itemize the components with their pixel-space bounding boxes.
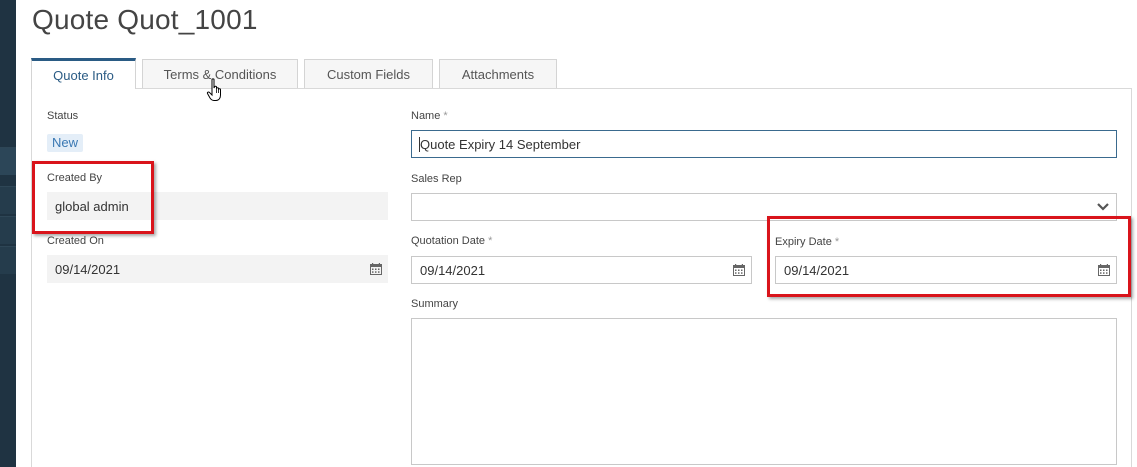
required-mark: *	[443, 110, 448, 122]
quotation-date-label: Quotation Date *	[411, 235, 492, 247]
calendar-icon[interactable]	[733, 264, 745, 276]
calendar-icon	[370, 263, 382, 275]
tab-terms-conditions[interactable]: Terms & Conditions	[142, 59, 298, 89]
required-mark: *	[834, 236, 840, 248]
calendar-icon[interactable]	[1098, 264, 1110, 276]
sales-rep-select[interactable]	[411, 193, 1117, 221]
name-input-value: Quote Expiry 14 September	[420, 136, 581, 152]
expiry-date-label: Expiry Date *	[775, 236, 839, 248]
name-label: Name *	[411, 110, 448, 122]
summary-textarea[interactable]	[411, 318, 1117, 465]
text-caret	[419, 137, 420, 152]
tab-attachments[interactable]: Attachments	[439, 59, 557, 89]
tab-custom-fields[interactable]: Custom Fields	[304, 59, 433, 89]
name-label-text: Name	[411, 110, 441, 122]
expiry-date-label-text: Expiry Date	[775, 236, 832, 248]
quotation-date-input[interactable]: 09/14/2021	[411, 256, 752, 284]
chevron-down-icon[interactable]	[1096, 202, 1110, 212]
created-on-field: 09/14/2021	[47, 255, 388, 283]
expiry-date-input[interactable]: 09/14/2021	[775, 256, 1117, 284]
created-by-label: Created By	[47, 172, 103, 184]
name-input[interactable]: Quote Expiry 14 September	[411, 130, 1117, 158]
sales-rep-label: Sales Rep	[411, 173, 462, 185]
nav-item[interactable]	[0, 246, 16, 274]
quotation-date-value: 09/14/2021	[420, 262, 486, 278]
created-on-label: Created On	[47, 235, 104, 247]
quotation-date-label-text: Quotation Date	[411, 235, 485, 247]
nav-item[interactable]	[0, 216, 16, 244]
page-title: Quote Quot_1001	[32, 4, 258, 35]
created-on-value: 09/14/2021	[55, 261, 121, 277]
summary-label: Summary	[411, 298, 459, 310]
status-badge: New	[47, 134, 84, 152]
status-label: Status	[47, 110, 79, 122]
created-by-field: global admin	[47, 192, 388, 220]
left-nav-rail	[0, 0, 16, 467]
expiry-date-value: 09/14/2021	[784, 262, 850, 278]
tab-quote-info[interactable]: Quote Info	[31, 58, 136, 89]
required-mark: *	[488, 235, 493, 247]
nav-item[interactable]	[0, 186, 16, 214]
tab-bar: Quote Info Terms & Conditions Custom Fie…	[31, 58, 563, 89]
nav-item[interactable]	[0, 147, 16, 175]
